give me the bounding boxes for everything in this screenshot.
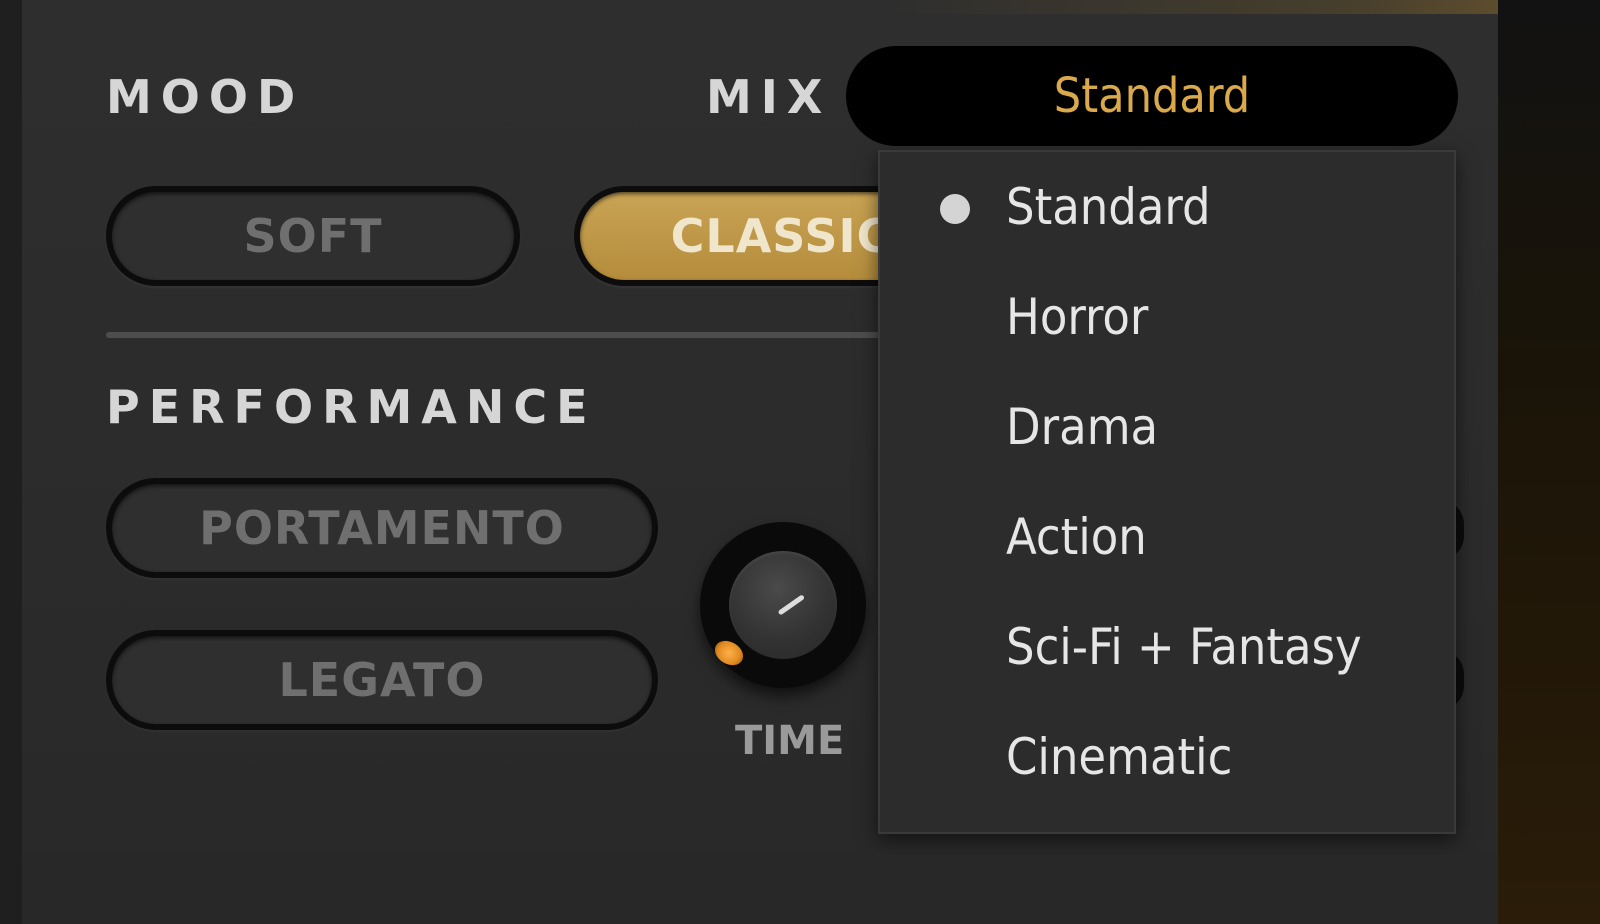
- mood-soft-label: SOFT: [243, 209, 383, 263]
- mix-select[interactable]: Standard: [846, 46, 1458, 146]
- time-knob-cap: [729, 551, 837, 659]
- legato-button[interactable]: LEGATO: [106, 630, 658, 730]
- mix-option-horror[interactable]: Horror: [880, 262, 1454, 372]
- mix-dropdown-menu: Standard Horror Drama Action Sci-Fi + Fa…: [878, 150, 1456, 834]
- mix-option-scifi-fantasy[interactable]: Sci-Fi + Fantasy: [880, 592, 1454, 702]
- mood-classic-label: CLASSIC: [670, 209, 892, 263]
- performance-title: PERFORMANCE: [106, 380, 597, 434]
- mix-option-label: Standard: [1006, 178, 1211, 236]
- mood-soft-button[interactable]: SOFT: [106, 186, 520, 286]
- right-edge: [1498, 0, 1600, 924]
- time-knob[interactable]: [700, 522, 866, 688]
- mix-title: MIX: [706, 70, 832, 124]
- portamento-label: PORTAMENTO: [199, 501, 565, 555]
- mix-option-label: Drama: [1006, 398, 1159, 456]
- mix-option-cinematic[interactable]: Cinematic: [880, 702, 1454, 812]
- top-glow: [0, 0, 1600, 14]
- mix-option-standard[interactable]: Standard: [880, 152, 1454, 262]
- knob-pointer-icon: [777, 594, 806, 616]
- selected-dot-icon: [940, 194, 970, 224]
- mix-option-drama[interactable]: Drama: [880, 372, 1454, 482]
- mix-option-label: Horror: [1006, 288, 1149, 346]
- mix-option-label: Sci-Fi + Fantasy: [1006, 618, 1362, 676]
- time-knob-label: TIME: [735, 718, 845, 764]
- mix-selected-value: Standard: [1053, 68, 1251, 124]
- portamento-button[interactable]: PORTAMENTO: [106, 478, 658, 578]
- legato-label: LEGATO: [278, 653, 486, 707]
- section-divider: [106, 332, 906, 338]
- mood-title: MOOD: [106, 70, 305, 124]
- mix-option-label: Action: [1006, 508, 1147, 566]
- mix-option-label: Cinematic: [1006, 728, 1233, 786]
- mix-option-action[interactable]: Action: [880, 482, 1454, 592]
